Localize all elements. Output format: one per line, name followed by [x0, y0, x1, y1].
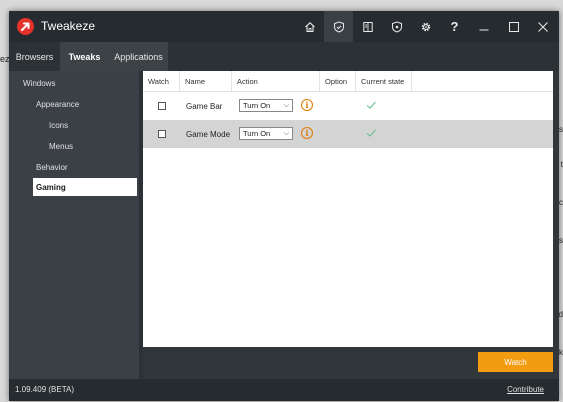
maximize-button[interactable] [499, 11, 528, 42]
tweaks-table: Watch Name Action Option Current state G… [143, 71, 553, 347]
checkmark-icon [366, 101, 376, 109]
sidebar-item-appearance[interactable]: Appearance [36, 95, 79, 113]
maximize-icon [508, 21, 519, 32]
book-icon [362, 21, 373, 32]
tweaks-content: Watch Name Action Option Current state G… [143, 71, 559, 379]
close-button[interactable] [528, 11, 557, 42]
home-button[interactable] [295, 11, 324, 42]
background-window-text: d [558, 310, 563, 319]
settings-button[interactable] [411, 11, 440, 42]
column-header-name[interactable]: Name [180, 71, 232, 92]
shield-alt-icon [391, 20, 402, 33]
background-window-text: s [559, 125, 563, 134]
shield-icon [333, 20, 344, 33]
title-bar: Tweakeze ? [9, 11, 559, 42]
app-window: Tweakeze ? Browsers Tweaks Applications … [9, 11, 559, 401]
gear-icon [421, 22, 430, 31]
info-icon[interactable]: i [301, 99, 313, 111]
minimize-button[interactable] [469, 11, 498, 42]
app-title: Tweakeze [41, 19, 96, 33]
close-icon [537, 21, 548, 32]
checkmark-icon [366, 129, 376, 137]
app-logo-icon [17, 18, 34, 35]
watch-checkbox[interactable] [158, 130, 166, 138]
help-icon: ? [450, 19, 459, 34]
tweaks-shield-button[interactable] [324, 11, 353, 42]
background-window-text: k [559, 348, 563, 357]
watch-button[interactable]: Watch [478, 352, 553, 372]
help-button[interactable]: ? [440, 11, 469, 42]
tab-browsers[interactable]: Browsers [9, 42, 60, 71]
book-button[interactable] [353, 11, 382, 42]
chevron-down-icon: ⌵ [283, 130, 289, 137]
tab-applications[interactable]: Applications [109, 42, 168, 71]
tab-tweaks[interactable]: Tweaks [60, 42, 109, 71]
action-select[interactable]: Turn On ⌵ [239, 127, 293, 140]
sidebar-item-behavior[interactable]: Behavior [36, 158, 68, 176]
watch-checkbox[interactable] [158, 102, 166, 110]
background-window-text: s [559, 236, 563, 245]
info-icon[interactable]: i [301, 127, 313, 139]
table-row[interactable]: Game Bar Turn On ⌵ i [143, 92, 553, 120]
protection-button[interactable] [382, 11, 411, 42]
column-header-watch[interactable]: Watch [143, 71, 180, 92]
action-select-value: Turn On [243, 101, 271, 110]
sidebar-item-icons[interactable]: Icons [49, 116, 68, 134]
table-header: Watch Name Action Option Current state [143, 71, 553, 92]
tweak-name: Game Bar [186, 101, 223, 111]
main-navigation: Browsers Tweaks Applications [9, 42, 559, 71]
minimize-icon [479, 29, 488, 30]
chevron-down-icon: ⌵ [283, 102, 289, 109]
background-window-text: c [559, 198, 563, 207]
sidebar-item-gaming[interactable]: Gaming [33, 178, 137, 196]
sidebar: Windows Appearance Icons Menus Behavior … [9, 71, 139, 379]
contribute-link[interactable]: Contribute [507, 385, 544, 394]
home-icon [304, 21, 315, 32]
table-row[interactable]: Game Mode Turn On ⌵ i [143, 120, 553, 148]
sidebar-item-menus[interactable]: Menus [49, 137, 73, 155]
column-header-action[interactable]: Action [232, 71, 320, 92]
sidebar-item-windows[interactable]: Windows [23, 74, 55, 92]
tweak-name: Game Mode [186, 129, 231, 139]
action-select-value: Turn On [243, 129, 271, 138]
action-select[interactable]: Turn On ⌵ [239, 99, 293, 112]
status-bar: 1.09.409 (BETA) Contribute [9, 379, 559, 401]
version-label: 1.09.409 (BETA) [15, 385, 74, 394]
column-header-option[interactable]: Option [320, 71, 356, 92]
column-header-current-state[interactable]: Current state [356, 71, 412, 92]
